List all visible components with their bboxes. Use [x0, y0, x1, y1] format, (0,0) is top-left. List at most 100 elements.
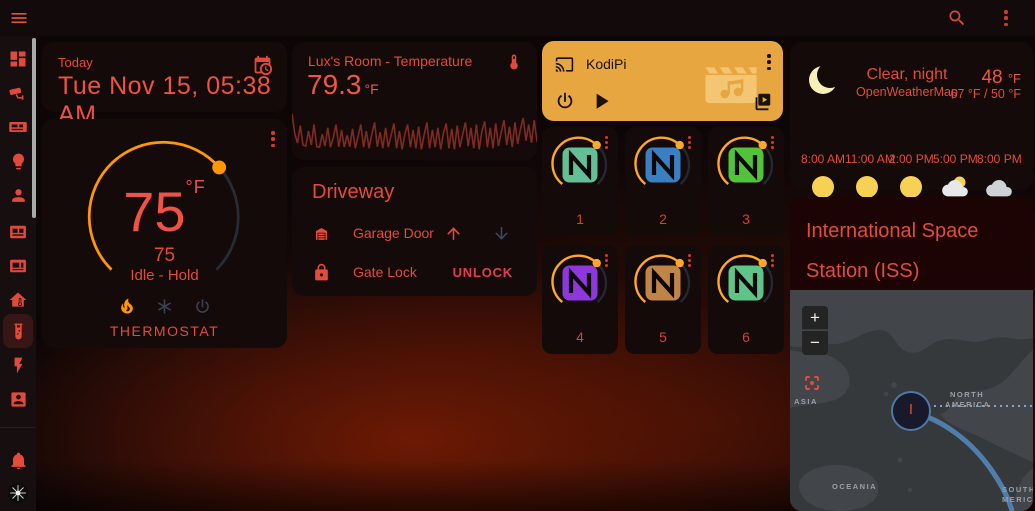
iss-card-title: International Space Station (ISS) — [806, 220, 979, 282]
nfc-ring — [551, 254, 608, 303]
power-icon[interactable] — [554, 90, 576, 112]
garage-open-arrow-up-icon[interactable] — [444, 224, 463, 243]
heat-mode-button[interactable] — [116, 295, 138, 317]
thermostat-dial-handle[interactable] — [212, 160, 227, 175]
sidebar-item-screen-media[interactable] — [7, 255, 29, 277]
map-label-south: SOUTH — [1002, 485, 1033, 494]
nfc-ring — [634, 136, 691, 185]
sidebar-item-screen-dashboard[interactable] — [7, 221, 29, 243]
temperature-sparkline — [292, 113, 537, 150]
sidebar-item-dashboard[interactable] — [7, 48, 29, 70]
nfc-tile-1[interactable]: 1 — [542, 127, 618, 236]
media-player-card[interactable]: KodiPi — [542, 41, 783, 121]
garage-close-arrow-down-icon[interactable] — [492, 224, 511, 243]
sidebar-item-cameras[interactable] — [7, 82, 29, 104]
clock-card: Today Tue Nov 15, 05:38 AM — [42, 42, 287, 129]
sidebar-divider — [0, 427, 36, 428]
user-avatar[interactable] — [7, 482, 29, 504]
sidebar-item-lights[interactable] — [7, 150, 29, 172]
search-icon[interactable] — [947, 8, 967, 28]
nfc-tile-5[interactable]: 5 — [625, 245, 701, 354]
cast-icon — [555, 57, 574, 72]
nfc-ring — [634, 254, 691, 303]
dashboard-background: Today Tue Nov 15, 05:38 AM 75°F 75 Idle … — [0, 0, 1035, 511]
sidebar-scrollbar[interactable] — [32, 38, 36, 218]
forecast-time: 11:00 AM — [845, 152, 895, 166]
sidebar-item-energy[interactable] — [7, 354, 29, 376]
nfc-ring — [717, 254, 774, 303]
unlock-button[interactable]: UNLOCK — [453, 265, 513, 280]
map-label-asia: ASIA — [794, 397, 818, 406]
map-label-south-america: MERICA — [1002, 495, 1033, 504]
gate-lock-row: Gate Lock UNLOCK — [312, 260, 521, 284]
map-label-america: AMERICA — [945, 400, 991, 409]
forecast-time: 8:00 AM — [801, 152, 846, 166]
thermostat-menu-icon[interactable] — [271, 131, 275, 147]
nfc-tile-6[interactable]: 6 — [708, 245, 784, 354]
tile-number: 5 — [659, 329, 667, 345]
nfc-ring — [551, 136, 608, 185]
forecast-time: 5:00 PM — [933, 152, 978, 166]
weather-temperature: 48 °F — [981, 67, 1021, 88]
nfc-tile-2[interactable]: 2 — [625, 127, 701, 236]
media-player-name: KodiPi — [586, 56, 627, 72]
thermostat-name: THERMOSTAT — [109, 323, 220, 339]
tile-number: 3 — [742, 211, 750, 227]
driveway-card: Driveway Garage Door Gate Lock UNLOCK — [292, 167, 537, 296]
sidebar-item-people[interactable] — [7, 184, 29, 206]
garage-icon — [315, 227, 328, 240]
tile-number: 6 — [742, 329, 750, 345]
thermostat-unit: °F — [185, 177, 206, 197]
clock-card-title: Today — [58, 55, 93, 70]
iss-card: International Space Station (ISS) I + − — [790, 197, 1033, 511]
forecast-time: 2:00 PM — [889, 152, 934, 166]
nfc-ring — [717, 136, 774, 185]
top-bar — [0, 0, 1035, 36]
cool-mode-button[interactable] — [154, 295, 176, 317]
lock-icon — [315, 263, 328, 280]
thermostat-status: Idle - Hold — [130, 267, 199, 284]
weather-high-low: 67 °F / 50 °F — [950, 87, 1021, 101]
map-locate-crosshair-icon[interactable] — [803, 374, 821, 392]
sidebar-item-media-device[interactable] — [7, 116, 29, 138]
overflow-menu-icon[interactable] — [1004, 10, 1008, 26]
map-zoom-out-button[interactable]: − — [802, 331, 828, 355]
iss-marker-label: I — [908, 401, 914, 418]
thermometer-icon — [510, 54, 518, 70]
thermostat-card: 75°F 75 Idle - Hold THERMOSTAT — [42, 119, 287, 348]
map-zoom-in-button[interactable]: + — [802, 306, 828, 330]
thermostat-current-temp: 75°F — [123, 177, 206, 243]
play-icon[interactable] — [588, 88, 614, 114]
notifications-bell-icon[interactable] — [7, 449, 29, 471]
sidebar-item-home-climate[interactable] — [7, 289, 29, 311]
sidebar-item-account-box[interactable] — [7, 388, 29, 410]
calendar-clock-icon — [254, 55, 273, 76]
weather-condition: Clear, night — [866, 66, 948, 83]
off-power-button[interactable] — [192, 295, 214, 317]
weather-attribution: OpenWeatherMap — [856, 85, 958, 99]
tile-number: 2 — [659, 211, 667, 227]
tile-number: 1 — [576, 211, 584, 227]
weather-card[interactable]: Clear, night OpenWeatherMap 48 °F 67 °F … — [790, 42, 1033, 221]
garage-door-label: Garage Door — [353, 225, 434, 241]
lux-temperature-card[interactable]: Lux's Room - Temperature 79.3 °F — [292, 42, 537, 160]
lux-card-title: Lux's Room - Temperature — [308, 53, 473, 69]
forecast-time: 8:00 PM — [977, 152, 1022, 166]
thermostat-target-temp: 75 — [153, 245, 176, 266]
lux-temperature-value: 79.3 °F — [307, 69, 379, 100]
nfc-tile-4[interactable]: 4 — [542, 245, 618, 354]
tile-number: 4 — [576, 329, 584, 345]
sidebar — [0, 36, 36, 511]
media-menu-icon[interactable] — [767, 54, 771, 70]
gate-lock-label: Gate Lock — [353, 264, 417, 280]
iss-map[interactable]: I + − ASIA NORTH AMERICA OCEANIA SOUTH M… — [790, 290, 1033, 511]
moon-crescent-icon — [809, 66, 837, 94]
sidebar-item-lab[interactable] — [7, 320, 29, 342]
nfc-tile-3[interactable]: 3 — [708, 127, 784, 236]
map-label-north: NORTH — [950, 390, 985, 399]
map-label-oceania: OCEANIA — [832, 482, 878, 491]
driveway-title: Driveway — [312, 181, 395, 203]
garage-door-row: Garage Door — [312, 221, 521, 245]
menu-icon[interactable] — [9, 8, 29, 28]
library-play-icon[interactable] — [751, 91, 773, 113]
